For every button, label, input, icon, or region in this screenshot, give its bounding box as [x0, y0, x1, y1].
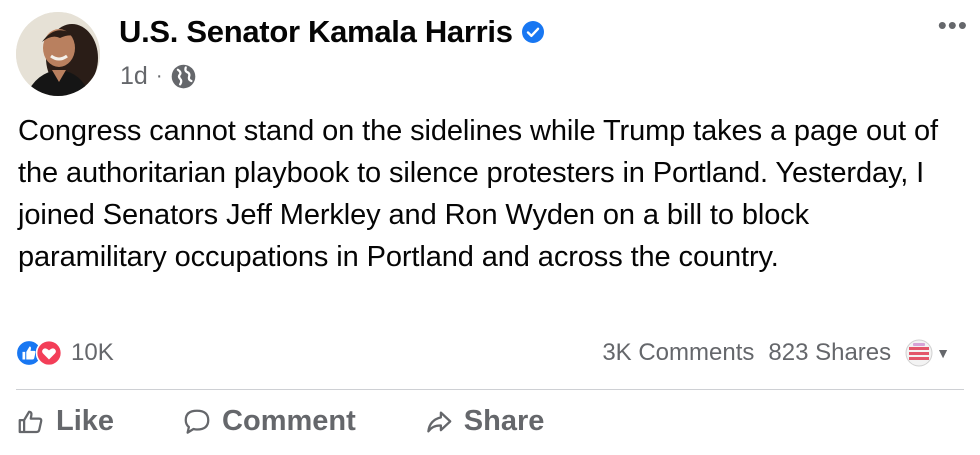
verified-badge-icon	[521, 21, 544, 43]
author-avatar[interactable]	[16, 12, 100, 96]
avatar-image	[16, 12, 100, 96]
comment-button[interactable]: Comment	[182, 405, 356, 438]
like-label: Like	[56, 405, 115, 437]
share-arrow-icon	[427, 411, 452, 432]
meta-separator: ·	[155, 65, 163, 87]
flag-avatar-icon	[905, 339, 933, 367]
reaction-count: 10K	[71, 339, 114, 366]
engagement-counts: 3K Comments 823 Shares ▼	[602, 339, 950, 367]
divider	[16, 389, 964, 390]
comment-bubble-icon	[184, 409, 210, 434]
post-actions: Like Comment Share	[16, 405, 544, 438]
post-timestamp[interactable]: 1d	[120, 62, 148, 91]
like-button[interactable]: Like	[16, 405, 114, 438]
shares-count[interactable]: 823 Shares	[768, 339, 891, 367]
author-name[interactable]: U.S. Senator Kamala Harris	[119, 14, 513, 50]
share-label: Share	[463, 405, 545, 437]
more-options-icon[interactable]: •••	[938, 12, 968, 38]
thumbs-up-icon	[18, 410, 43, 433]
reaction-selector[interactable]: ▼	[905, 339, 950, 367]
comment-label: Comment	[222, 405, 356, 437]
comments-count[interactable]: 3K Comments	[602, 339, 754, 367]
reactions-summary[interactable]: 10K	[16, 339, 114, 367]
share-button[interactable]: Share	[424, 405, 545, 438]
love-reaction-icon	[36, 340, 62, 366]
reaction-icons	[16, 340, 62, 366]
chevron-down-icon: ▼	[936, 345, 950, 361]
post-meta: 1d ·	[120, 62, 197, 91]
post-text: Congress cannot stand on the sidelines w…	[18, 115, 938, 273]
author-name-row: U.S. Senator Kamala Harris	[119, 14, 544, 50]
post-stats: 10K 3K Comments 823 Shares ▼	[16, 339, 950, 367]
globe-icon[interactable]	[170, 63, 197, 90]
